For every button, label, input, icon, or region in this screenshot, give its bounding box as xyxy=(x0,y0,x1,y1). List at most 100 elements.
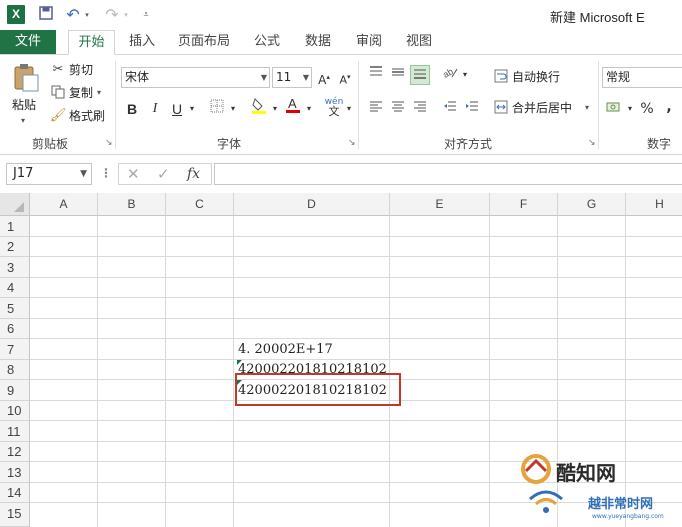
number-format-select[interactable]: 常规 xyxy=(602,67,682,88)
font-name-select[interactable]: 宋体 ▼ xyxy=(121,67,270,88)
column-header-e[interactable]: E xyxy=(390,193,490,216)
enter-icon[interactable]: ✓ xyxy=(157,166,170,182)
phonetic-guide-icon[interactable]: wén 文 xyxy=(324,97,344,117)
formula-input[interactable] xyxy=(214,163,682,185)
svg-text:ab: ab xyxy=(442,66,455,79)
undo-dropdown-icon[interactable]: ▾ xyxy=(82,6,92,24)
tab-view[interactable]: 视图 xyxy=(398,30,440,55)
middle-align-icon[interactable] xyxy=(388,65,408,85)
merge-dropdown-icon[interactable]: ▾ xyxy=(585,100,589,116)
cut-icon[interactable]: ✂ xyxy=(50,62,66,78)
worksheet-grid[interactable]: A B C D E F G H 1 2 3 4 5 6 7 8 9 10 11 … xyxy=(0,193,682,527)
copy-button[interactable]: 复制 xyxy=(69,85,93,101)
row-header-5[interactable]: 5 xyxy=(0,298,30,319)
bottom-align-icon[interactable] xyxy=(410,65,430,85)
select-all-button[interactable] xyxy=(0,193,30,216)
font-launcher-icon[interactable]: ↘ xyxy=(348,138,356,148)
fill-color-dropdown-icon[interactable]: ▾ xyxy=(270,99,280,119)
increase-font-size-icon[interactable]: A▴ xyxy=(316,67,332,87)
column-header-a[interactable]: A xyxy=(30,193,98,216)
tab-review[interactable]: 审阅 xyxy=(348,30,390,55)
decrease-font-size-icon[interactable]: A▾ xyxy=(337,67,353,87)
clipboard-launcher-icon[interactable]: ↘ xyxy=(105,138,113,148)
underline-dropdown-icon[interactable]: ▾ xyxy=(187,99,197,119)
redo-icon[interactable]: ↷ xyxy=(103,6,121,24)
tab-insert[interactable]: 插入 xyxy=(121,30,163,55)
merge-center-icon[interactable] xyxy=(493,100,509,116)
ribbon-home: 粘贴 ▾ ✂ 剪切 复制 ▾ 🖌 格式刷 剪贴板 ↘ 宋体 ▼ 11 ▼ A▴ … xyxy=(0,54,682,155)
undo-icon[interactable]: ↶ xyxy=(64,6,82,24)
align-center-icon[interactable] xyxy=(388,99,408,119)
tab-page-layout[interactable]: 页面布局 xyxy=(172,30,236,55)
copy-dropdown-icon[interactable]: ▾ xyxy=(97,85,101,101)
name-box[interactable]: J17 ▼ xyxy=(6,163,92,185)
row-header-14[interactable]: 14 xyxy=(0,483,30,503)
align-right-icon[interactable] xyxy=(410,99,430,119)
format-painter-icon[interactable]: 🖌 xyxy=(50,108,67,124)
formula-bar-resize-icon[interactable]: ⋮ xyxy=(100,165,112,181)
percent-button[interactable]: % xyxy=(639,99,655,119)
row-header-1[interactable]: 1 xyxy=(0,216,30,237)
row-header-9[interactable]: 9 xyxy=(0,380,30,401)
paste-icon xyxy=(14,64,39,92)
column-header-g[interactable]: G xyxy=(558,193,626,216)
column-header-f[interactable]: F xyxy=(490,193,558,216)
borders-icon[interactable] xyxy=(208,99,226,119)
row-header-6[interactable]: 6 xyxy=(0,319,30,339)
group-divider xyxy=(598,61,599,149)
wrap-text-button[interactable]: 自动换行 xyxy=(512,69,560,85)
font-group-label: 字体 xyxy=(217,137,242,151)
row-header-2[interactable]: 2 xyxy=(0,237,30,257)
column-header-h[interactable]: H xyxy=(626,193,682,216)
tab-data[interactable]: 数据 xyxy=(297,30,339,55)
wrap-text-icon[interactable] xyxy=(493,69,509,85)
tab-home[interactable]: 开始 xyxy=(68,30,115,55)
decrease-indent-icon[interactable] xyxy=(440,99,460,119)
column-header-b[interactable]: B xyxy=(98,193,166,216)
top-align-icon[interactable] xyxy=(366,65,386,85)
gridline xyxy=(30,256,682,257)
customize-toolbar-icon[interactable]: ⩡ xyxy=(140,6,152,24)
row-header-8[interactable]: 8 xyxy=(0,360,30,380)
accounting-dropdown-icon[interactable]: ▾ xyxy=(625,99,635,119)
copy-icon[interactable] xyxy=(50,85,66,101)
font-color-dropdown-icon[interactable]: ▾ xyxy=(304,99,314,119)
row-header-10[interactable]: 10 xyxy=(0,401,30,421)
row-header-15[interactable]: 15 xyxy=(0,503,30,527)
phonetic-dropdown-icon[interactable]: ▾ xyxy=(344,99,354,119)
align-left-icon[interactable] xyxy=(366,99,386,119)
cut-button[interactable]: 剪切 xyxy=(69,62,93,78)
fill-color-icon[interactable] xyxy=(250,97,268,117)
orientation-dropdown-icon[interactable]: ▾ xyxy=(460,65,470,85)
row-header-3[interactable]: 3 xyxy=(0,257,30,278)
column-header-d[interactable]: D xyxy=(234,193,390,216)
borders-dropdown-icon[interactable]: ▾ xyxy=(228,99,238,119)
cancel-icon[interactable]: ✕ xyxy=(127,166,140,182)
row-header-4[interactable]: 4 xyxy=(0,278,30,298)
accounting-format-icon[interactable] xyxy=(604,99,624,119)
paste-button[interactable]: 粘贴 ▾ xyxy=(8,61,44,127)
format-painter-button[interactable]: 格式刷 xyxy=(69,108,105,124)
italic-button[interactable]: I xyxy=(147,99,163,119)
gridline xyxy=(97,216,98,527)
orientation-icon[interactable]: ab xyxy=(440,65,460,85)
redo-dropdown-icon[interactable]: ▾ xyxy=(121,6,131,24)
font-color-icon[interactable]: A xyxy=(284,95,302,115)
increase-indent-icon[interactable] xyxy=(462,99,482,119)
tab-file[interactable]: 文件 xyxy=(0,30,56,55)
cell-d7[interactable]: 4. 20002E+17 xyxy=(238,342,333,357)
underline-button[interactable]: U xyxy=(169,99,185,119)
row-header-7[interactable]: 7 xyxy=(0,339,30,360)
alignment-launcher-icon[interactable]: ↘ xyxy=(588,138,596,148)
row-header-13[interactable]: 13 xyxy=(0,462,30,483)
bold-button[interactable]: B xyxy=(124,99,140,119)
save-icon[interactable] xyxy=(38,6,54,24)
comma-style-button[interactable]: , xyxy=(662,97,676,117)
column-header-c[interactable]: C xyxy=(166,193,234,216)
merge-center-button[interactable]: 合并后居中 xyxy=(512,100,572,116)
font-size-select[interactable]: 11 ▼ xyxy=(272,67,312,88)
row-header-11[interactable]: 11 xyxy=(0,421,30,442)
insert-function-button[interactable]: fx xyxy=(187,166,200,182)
row-header-12[interactable]: 12 xyxy=(0,442,30,462)
tab-formulas[interactable]: 公式 xyxy=(246,30,288,55)
